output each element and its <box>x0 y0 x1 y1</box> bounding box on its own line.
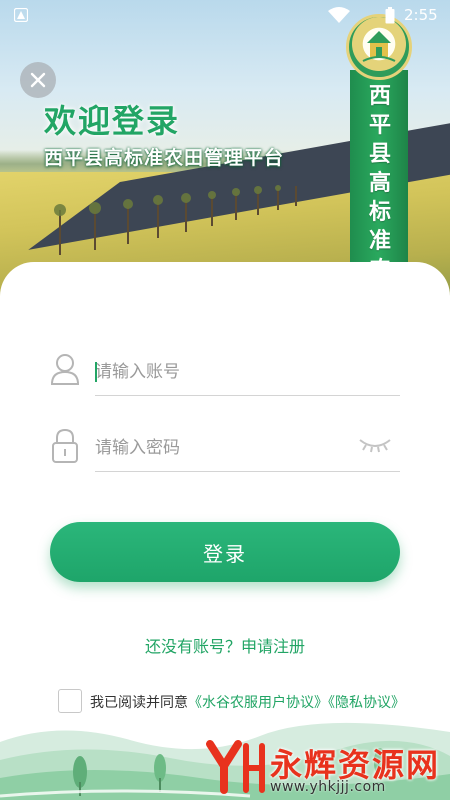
user-icon <box>50 354 80 385</box>
status-time: 2:55 <box>404 6 438 24</box>
privacy-policy-link[interactable]: 《隐私协议》 <box>328 695 405 711</box>
platform-subtitle: 西平县高标准农田管理平台 <box>44 147 285 169</box>
close-icon <box>30 72 46 88</box>
text-cursor <box>95 362 97 382</box>
hero-banner: 西平县高标准农田 2:55 欢迎登录 西平县高标准农田管理平台 <box>0 0 450 300</box>
register-link[interactable]: 还没有账号？申请注册 <box>0 633 450 657</box>
close-button[interactable] <box>20 62 56 98</box>
status-bar: 2:55 <box>0 0 450 30</box>
password-field-row <box>50 424 400 472</box>
account-field-row <box>50 348 400 396</box>
watermark: 永辉资源网 www.yhkjjj.com <box>204 738 444 796</box>
app-notification-icon <box>14 8 28 22</box>
agreement-row: 我已阅读并同意《水谷农服用户协议》《隐私协议》 <box>58 689 438 713</box>
login-button[interactable]: 登录 <box>50 522 400 582</box>
agreement-prefix: 我已阅读并同意 <box>90 695 188 711</box>
agreement-checkbox[interactable] <box>58 689 82 713</box>
wifi-icon <box>328 7 350 23</box>
lock-icon <box>52 428 78 463</box>
watermark-url: www.yhkjjj.com <box>270 779 386 795</box>
user-agreement-link[interactable]: 《水谷农服用户协议》 <box>188 695 328 711</box>
agreement-text: 我已阅读并同意《水谷农服用户协议》《隐私协议》 <box>90 692 405 712</box>
account-input[interactable] <box>95 348 400 396</box>
watermark-logo-icon <box>206 740 265 794</box>
eye-closed-icon[interactable] <box>358 434 392 456</box>
roadside-trees <box>54 185 297 255</box>
battery-icon <box>385 7 395 24</box>
welcome-title: 欢迎登录 <box>44 102 181 140</box>
password-input[interactable] <box>95 424 400 472</box>
